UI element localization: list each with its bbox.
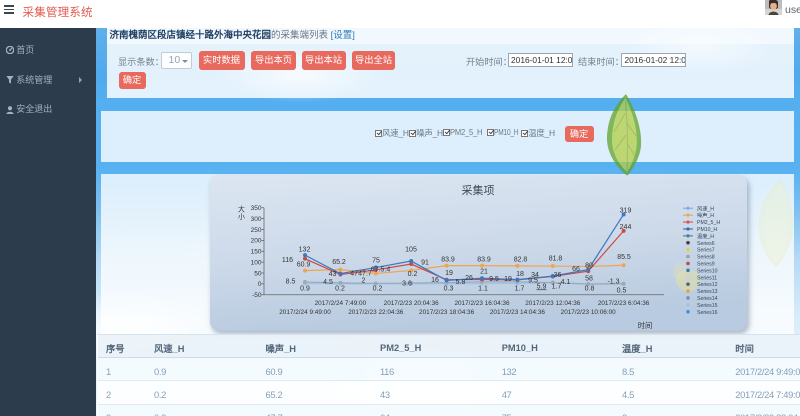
- svg-text:19: 19: [445, 270, 453, 277]
- svg-text:-50: -50: [252, 292, 262, 299]
- svg-text:2017/2/23 18:04:36: 2017/2/23 18:04:36: [419, 308, 475, 315]
- svg-text:PM2_5_H: PM2_5_H: [697, 220, 720, 226]
- svg-text:Series10: Series10: [697, 268, 718, 274]
- svg-text:300: 300: [250, 215, 261, 222]
- svg-text:132: 132: [298, 246, 310, 253]
- svg-text:85.5: 85.5: [617, 254, 631, 261]
- svg-text:19: 19: [504, 276, 512, 283]
- svg-text:244: 244: [619, 224, 631, 231]
- svg-text:4.1: 4.1: [560, 279, 570, 286]
- svg-text:Series9: Series9: [697, 261, 715, 267]
- svg-text:5.8: 5.8: [455, 279, 465, 286]
- svg-text:200: 200: [250, 237, 261, 244]
- svg-text:Series6: Series6: [697, 240, 715, 246]
- svg-text:大: 大: [238, 204, 245, 213]
- svg-text:2017/2/23 10:06:00: 2017/2/23 10:06:00: [560, 308, 616, 315]
- svg-text:0.2: 0.2: [335, 285, 345, 292]
- svg-text:75: 75: [372, 257, 380, 264]
- svg-text:风速_H: 风速_H: [697, 205, 714, 212]
- svg-text:1.1: 1.1: [478, 285, 488, 292]
- svg-text:2017/2/24 9:49:00: 2017/2/24 9:49:00: [279, 308, 331, 315]
- svg-text:319: 319: [619, 207, 631, 214]
- svg-text:2017/2/23 22:04:36: 2017/2/23 22:04:36: [348, 308, 404, 315]
- svg-text:0.2: 0.2: [372, 285, 382, 292]
- svg-text:1.7: 1.7: [514, 285, 524, 292]
- svg-text:350: 350: [250, 205, 261, 212]
- svg-text:116: 116: [281, 257, 292, 264]
- svg-text:80: 80: [585, 262, 593, 269]
- svg-text:21: 21: [480, 268, 488, 275]
- svg-text:43: 43: [328, 271, 336, 278]
- svg-text:噪声_H: 噪声_H: [697, 211, 714, 219]
- svg-text:150: 150: [250, 248, 261, 255]
- svg-text:16: 16: [431, 277, 439, 284]
- svg-text:100: 100: [250, 259, 261, 266]
- svg-text:Series8: Series8: [697, 254, 715, 260]
- svg-text:250: 250: [250, 226, 261, 233]
- svg-text:83.9: 83.9: [477, 256, 491, 263]
- svg-text:0.8: 0.8: [584, 285, 594, 292]
- svg-text:3.6: 3.6: [402, 280, 412, 287]
- svg-text:-1.3: -1.3: [607, 278, 619, 285]
- svg-text:0.5: 0.5: [616, 287, 626, 294]
- svg-text:26: 26: [465, 275, 473, 282]
- svg-text:82.8: 82.8: [513, 256, 527, 263]
- svg-text:83.9: 83.9: [441, 256, 455, 263]
- svg-text:Series15: Series15: [697, 302, 718, 308]
- svg-text:2017/2/23 12:04:36: 2017/2/23 12:04:36: [525, 299, 581, 306]
- svg-text:0.3: 0.3: [443, 285, 453, 292]
- svg-text:67.5.4: 67.5.4: [370, 266, 390, 273]
- svg-text:采集项: 采集项: [461, 182, 494, 196]
- svg-text:0.9: 0.9: [300, 285, 310, 292]
- svg-text:8.5: 8.5: [285, 278, 295, 285]
- svg-text:Series12: Series12: [697, 282, 718, 288]
- svg-text:50: 50: [254, 270, 262, 277]
- svg-text:60.9: 60.9: [296, 261, 310, 268]
- svg-text:小: 小: [238, 211, 245, 220]
- svg-text:65.2: 65.2: [332, 259, 346, 266]
- svg-text:PM10_H: PM10_H: [697, 226, 717, 232]
- svg-text:2017/2/24 7:49:00: 2017/2/24 7:49:00: [314, 299, 366, 306]
- svg-text:2: 2: [361, 277, 365, 284]
- svg-text:9.5: 9.5: [489, 276, 499, 283]
- svg-text:4747.7: 4747.7: [350, 270, 372, 277]
- svg-text:2017/2/23 16:04:36: 2017/2/23 16:04:36: [454, 299, 510, 306]
- svg-text:时间: 时间: [637, 320, 651, 329]
- svg-text:2017/2/23 6:04:36: 2017/2/23 6:04:36: [597, 299, 649, 306]
- svg-text:Series16: Series16: [697, 309, 718, 315]
- svg-text:0.2: 0.2: [407, 271, 417, 278]
- svg-text:66: 66: [572, 266, 580, 273]
- svg-text:18: 18: [516, 271, 524, 278]
- svg-text:105: 105: [405, 246, 417, 253]
- svg-text:81.8: 81.8: [548, 255, 562, 262]
- svg-text:58: 58: [585, 275, 593, 282]
- svg-text:91: 91: [421, 259, 429, 266]
- svg-text:36: 36: [553, 272, 561, 279]
- svg-text:温度_H: 温度_H: [697, 231, 714, 239]
- svg-text:Series7: Series7: [697, 247, 715, 253]
- svg-text:2017/2/23 14:04:36: 2017/2/23 14:04:36: [489, 308, 545, 315]
- svg-text:4.5: 4.5: [323, 279, 333, 286]
- svg-text:Series13: Series13: [697, 289, 718, 295]
- svg-text:2017/2/23 20:04:36: 2017/2/23 20:04:36: [383, 299, 439, 306]
- svg-text:0: 0: [257, 281, 261, 288]
- svg-text:Series14: Series14: [697, 295, 718, 301]
- svg-text:Series11: Series11: [697, 275, 717, 281]
